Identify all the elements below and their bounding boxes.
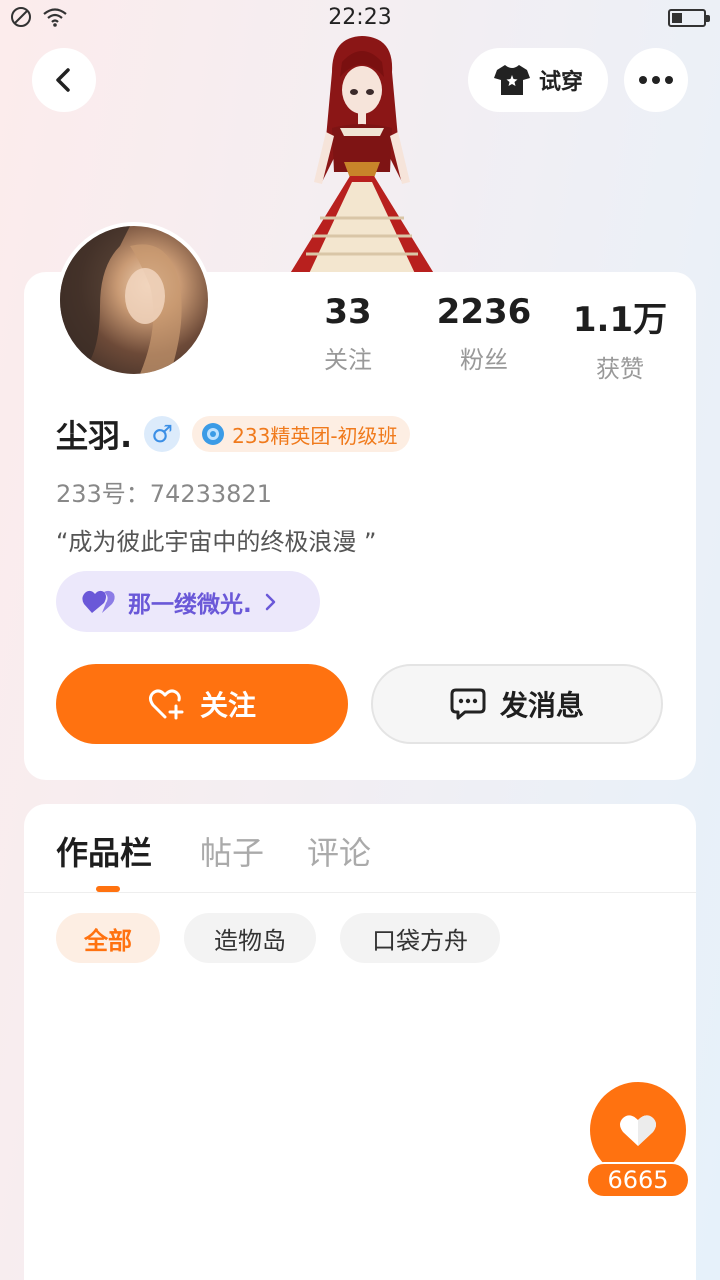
back-arrow-icon [56, 68, 70, 92]
name-row: 尘羽. ♂ 233精英团-初级班 [56, 414, 410, 455]
stat-likes[interactable]: 1.1万 获赞 [550, 292, 690, 384]
likes-label: 获赞 [596, 355, 644, 383]
bio: “成为彼此宇宙中的终极浪漫 ” [56, 528, 377, 556]
avatar-photo [60, 226, 182, 374]
chevron-right-icon [265, 593, 275, 610]
tab-divider [24, 892, 696, 893]
heart-plus-icon [148, 689, 184, 720]
follow-label: 关注 [199, 689, 256, 722]
group-chip[interactable]: 那一缕微光. [56, 571, 320, 632]
likes-count: 1.1万 [572, 300, 668, 340]
heart-icon [620, 1115, 656, 1146]
team-badge[interactable]: 233精英团-初级班 [192, 416, 410, 452]
team-badge-label: 233精英团-初级班 [232, 423, 398, 448]
try-on-button[interactable]: 试穿 [468, 48, 608, 112]
username: 尘羽. [56, 417, 133, 455]
chat-bubble-icon [450, 688, 486, 720]
following-count: 33 [324, 292, 372, 332]
tab-posts[interactable]: 帖子 [200, 828, 264, 874]
tab-comments[interactable]: 评论 [307, 828, 371, 874]
user-id: 233号：74233821 [56, 480, 272, 508]
group-chip-label: 那一缕微光. [128, 591, 252, 618]
heart-group-icon [82, 590, 115, 613]
badge-emblem-icon [202, 423, 225, 445]
filter-all[interactable]: 全部 [56, 913, 160, 963]
stat-fans[interactable]: 2236 粉丝 [414, 292, 554, 375]
filter-creation-island[interactable]: 造物岛 [184, 913, 316, 963]
send-message-button[interactable]: 发消息 [371, 664, 663, 744]
tab-works[interactable]: 作品栏 [56, 828, 152, 874]
avatar-3d-character[interactable] [262, 32, 462, 280]
avatar[interactable] [56, 222, 212, 378]
stat-following[interactable]: 33 关注 [278, 292, 418, 375]
fans-label: 粉丝 [460, 346, 508, 374]
tshirt-icon [493, 65, 530, 95]
clock: 22:23 [328, 5, 392, 30]
back-button[interactable] [32, 48, 96, 112]
content-card [24, 804, 696, 1280]
like-count: 6665 [586, 1162, 690, 1198]
battery-icon [668, 9, 710, 27]
fans-count: 2236 [436, 292, 532, 332]
send-message-label: 发消息 [499, 689, 584, 722]
following-label: 关注 [324, 346, 372, 374]
follow-button[interactable]: 关注 [56, 664, 348, 744]
filter-pocket-ark[interactable]: 口袋方舟 [340, 913, 500, 963]
more-dots-icon [639, 76, 673, 84]
try-on-label: 试穿 [538, 70, 583, 95]
gender-male-icon: ♂ [144, 416, 181, 452]
more-button[interactable] [624, 48, 688, 112]
